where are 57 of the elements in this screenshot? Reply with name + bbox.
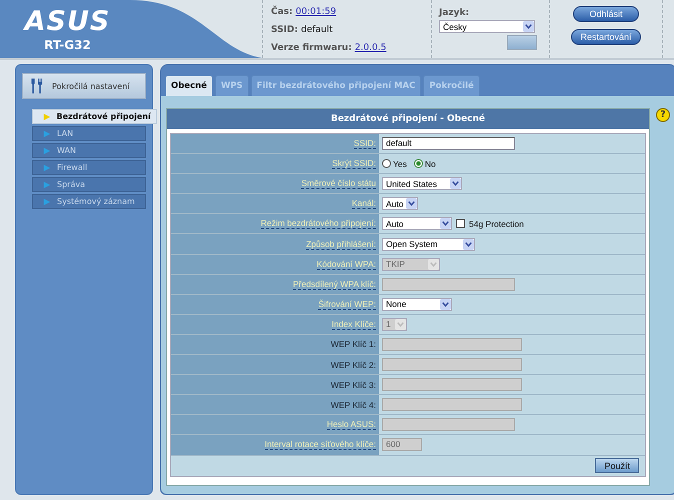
- triangle-icon: [43, 180, 51, 188]
- field-label: WEP Klíč 2:: [330, 360, 376, 370]
- triangle-icon: [43, 198, 51, 206]
- checkbox-label: 54g Protection: [469, 218, 524, 229]
- input-field[interactable]: default: [382, 137, 515, 150]
- field-label: WEP Klíč 1:: [330, 339, 376, 350]
- triangle-icon: [43, 130, 51, 138]
- select-field[interactable]: Open System: [382, 238, 475, 251]
- triangle-icon: [42, 112, 50, 120]
- radio-button[interactable]: [414, 159, 423, 168]
- model-name: RT-G32: [44, 38, 91, 52]
- sidebar-title: Pokročilá nastavení: [52, 82, 130, 90]
- dropdown-arrow-icon[interactable]: [440, 298, 451, 310]
- info-link[interactable]: 2.0.0.5: [354, 43, 386, 53]
- option-label: No: [424, 158, 436, 169]
- tab[interactable]: Filtr bezdrátového připojení MAC: [250, 75, 422, 96]
- header-button[interactable]: Restartování: [571, 29, 641, 45]
- select-field[interactable]: United States: [382, 177, 462, 190]
- field-label: WEP Klíč 4:: [330, 400, 376, 410]
- radio-button[interactable]: [382, 159, 391, 168]
- sidebar-item[interactable]: Správa: [32, 177, 146, 192]
- sidebar-item[interactable]: Bezdrátové připojení: [32, 109, 156, 124]
- language-select[interactable]: Česky: [439, 20, 535, 33]
- section-title: Bezdrátové připojení - Obecné: [167, 109, 649, 129]
- triangle-icon: [43, 146, 51, 154]
- language-label: Jazyk:: [439, 8, 470, 18]
- info-label: Verze firmwaru:: [271, 43, 352, 53]
- option-label: Yes: [393, 158, 407, 169]
- sidebar-item[interactable]: Firewall: [32, 160, 146, 175]
- field-label[interactable]: SSID:: [354, 138, 376, 150]
- help-icon[interactable]: ?: [656, 108, 670, 122]
- select-field[interactable]: None: [382, 298, 452, 311]
- sidebar-item[interactable]: Systémový záznam: [32, 194, 146, 209]
- logo: ASUS: [24, 8, 110, 36]
- info-label: Čas:: [271, 7, 293, 17]
- field-label: WEP Klíč 3:: [330, 380, 376, 390]
- sidebar-item[interactable]: WAN: [32, 143, 146, 158]
- info-value: default: [300, 25, 333, 35]
- apply-button[interactable]: Použít: [595, 458, 639, 473]
- info-link[interactable]: 00:01:59: [296, 7, 336, 17]
- info-label: SSID:: [271, 25, 298, 35]
- field-label[interactable]: Kanál:: [352, 198, 376, 210]
- tab[interactable]: Obecné: [165, 75, 213, 96]
- select-field[interactable]: Auto: [382, 217, 452, 230]
- field-label[interactable]: Šifrování WEP:: [318, 298, 376, 310]
- field-label[interactable]: Skrýt SSID:: [332, 158, 376, 170]
- checkbox[interactable]: [456, 219, 465, 228]
- triangle-icon: [43, 164, 51, 172]
- dropdown-arrow-icon[interactable]: [450, 178, 461, 190]
- field-label[interactable]: Způsob přihlášení:: [306, 238, 376, 250]
- tab[interactable]: Pokročilé: [423, 75, 480, 96]
- tab[interactable]: WPS: [214, 75, 249, 96]
- dropdown-arrow-icon[interactable]: [523, 21, 534, 32]
- sidebar-item[interactable]: LAN: [32, 126, 146, 141]
- dropdown-arrow-icon[interactable]: [463, 238, 474, 250]
- select-field[interactable]: Auto: [382, 197, 418, 210]
- header-button[interactable]: Odhlásit: [573, 6, 639, 22]
